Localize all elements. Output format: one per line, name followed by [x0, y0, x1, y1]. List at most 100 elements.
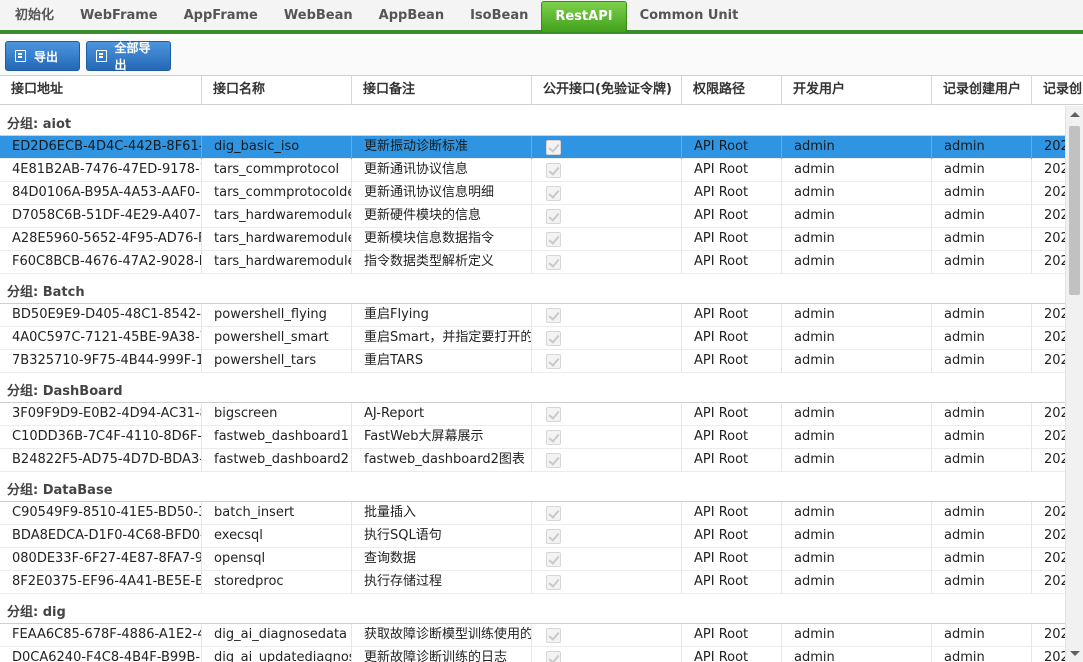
tab-isobean[interactable]: IsoBean	[457, 0, 541, 32]
cell-created: 202	[1032, 251, 1065, 274]
cell-dev: admin	[782, 205, 932, 228]
cell-addr: 7B325710-9F75-4B44-999F-1E7	[0, 350, 202, 373]
public-checkbox[interactable]	[546, 163, 561, 178]
table-row[interactable]: 8F2E0375-EF96-4A41-BE5E-E6 storedproc 执行存储…	[0, 571, 1065, 594]
export-all-button-label: 全部导出	[114, 41, 151, 72]
table-row[interactable]: C90549F9-8510-41E5-BD50-318 batch_insert 批…	[0, 502, 1065, 525]
public-checkbox[interactable]	[546, 552, 561, 567]
cell-addr: FEAA6C85-678F-4886-A1E2-404	[0, 624, 202, 647]
cell-public	[532, 449, 682, 472]
cell-creator: admin	[932, 228, 1032, 251]
column-header[interactable]: 权限路径	[682, 76, 782, 105]
scroll-up-icon[interactable]	[1070, 112, 1080, 117]
group-row[interactable]: 分组: DataBase	[0, 472, 1065, 502]
public-checkbox[interactable]	[546, 575, 561, 590]
group-row[interactable]: 分组: aiot	[0, 106, 1065, 136]
cell-note: 执行SQL语句	[352, 525, 532, 548]
public-checkbox[interactable]	[546, 407, 561, 422]
cell-public	[532, 426, 682, 449]
cell-addr: C10DD36B-7C4F-4110-8D6F-EE	[0, 426, 202, 449]
cell-public	[532, 327, 682, 350]
cell-note: 指令数据类型解析定义	[352, 251, 532, 274]
cell-name: tars_hardwaremodule	[202, 205, 352, 228]
column-header[interactable]: 公开接口(免验证令牌)	[532, 76, 682, 105]
scroll-down-icon[interactable]	[1070, 651, 1080, 656]
table-row[interactable]: C10DD36B-7C4F-4110-8D6F-EE fastweb_dashbo…	[0, 426, 1065, 449]
public-checkbox[interactable]	[546, 354, 561, 369]
column-header[interactable]: 记录创	[1032, 76, 1083, 105]
cell-name: batch_insert	[202, 502, 352, 525]
group-row[interactable]: 分组: dig	[0, 594, 1065, 624]
cell-created: 202	[1032, 327, 1065, 350]
column-header[interactable]: 开发用户	[782, 76, 932, 105]
cell-name: storedproc	[202, 571, 352, 594]
cell-creator: admin	[932, 251, 1032, 274]
public-checkbox[interactable]	[546, 308, 561, 323]
cell-created: 202	[1032, 525, 1065, 548]
table-row[interactable]: BDA8EDCA-D1F0-4C68-BFD0-F execsql 执行SQL语句 A…	[0, 525, 1065, 548]
public-checkbox[interactable]	[546, 140, 561, 155]
cell-note: 更新振动诊断标准	[352, 136, 532, 159]
cell-addr: D7058C6B-51DF-4E29-A407-5F	[0, 205, 202, 228]
column-header[interactable]: 记录创建用户	[932, 76, 1032, 105]
public-checkbox[interactable]	[546, 628, 561, 643]
public-checkbox[interactable]	[546, 255, 561, 270]
public-checkbox[interactable]	[546, 232, 561, 247]
cell-note: AJ-Report	[352, 403, 532, 426]
table-row[interactable]: 7B325710-9F75-4B44-999F-1E7 powershell_ta…	[0, 350, 1065, 373]
tab-webframe[interactable]: WebFrame	[67, 0, 171, 32]
cell-note: 查询数据	[352, 548, 532, 571]
cell-created: 202	[1032, 548, 1065, 571]
tab-restapi[interactable]: RestAPI	[541, 1, 627, 32]
tab-appframe[interactable]: AppFrame	[171, 0, 271, 32]
export-button[interactable]: 导出	[5, 41, 80, 71]
public-checkbox[interactable]	[546, 506, 561, 521]
vertical-scrollbar[interactable]	[1065, 106, 1083, 662]
cell-perm: API Root	[682, 304, 782, 327]
column-header[interactable]: 接口名称	[202, 76, 352, 105]
table-row[interactable]: 080DE33F-6F27-4E87-8FA7-965 opensql 查询数据 AP…	[0, 548, 1065, 571]
public-checkbox[interactable]	[546, 651, 561, 662]
cell-created: 202	[1032, 403, 1065, 426]
tab-list: 初始化 WebFrame AppFrame WebBean AppBean IsoBean…	[2, 0, 751, 32]
cell-perm: API Root	[682, 228, 782, 251]
export-all-button[interactable]: 全部导出	[86, 41, 171, 72]
cell-creator: admin	[932, 350, 1032, 373]
cell-note: fastweb_dashboard2图表	[352, 449, 532, 472]
tab-appbean[interactable]: AppBean	[366, 0, 457, 32]
group-row[interactable]: 分组: Batch	[0, 274, 1065, 304]
cell-addr: 8F2E0375-EF96-4A41-BE5E-E6	[0, 571, 202, 594]
table-row[interactable]: 4A0C597C-7121-45BE-9A38-725powershell_sm…	[0, 327, 1065, 350]
public-checkbox[interactable]	[546, 430, 561, 445]
table-row[interactable]: D0CA6240-F4C8-4B4F-B99B-D7 dig_ai_updated…	[0, 647, 1065, 662]
scroll-thumb[interactable]	[1069, 126, 1080, 295]
public-checkbox[interactable]	[546, 209, 561, 224]
tab-webbean[interactable]: WebBean	[271, 0, 366, 32]
group-label: 分组: DataBase	[7, 483, 113, 498]
cell-public	[532, 136, 682, 159]
public-checkbox[interactable]	[546, 186, 561, 201]
table-row[interactable]: B24822F5-AD75-4D7D-BDA3-9C fastweb_dashbo…	[0, 449, 1065, 472]
cell-creator: admin	[932, 304, 1032, 327]
cell-perm: API Root	[682, 136, 782, 159]
table-row[interactable]: BD50E9E9-D405-48C1-8542-FA powershell_fly…	[0, 304, 1065, 327]
table-row[interactable]: ED2D6ECB-4D4C-442B-8F61-97 dig_basic_iso 更…	[0, 136, 1065, 159]
table-row[interactable]: D7058C6B-51DF-4E29-A407-5F tars_hardwarem…	[0, 205, 1065, 228]
table-row[interactable]: FEAA6C85-678F-4886-A1E2-404 dig_ai_diagno…	[0, 624, 1065, 647]
column-header[interactable]: 接口备注	[352, 76, 532, 105]
column-header[interactable]: 接口地址	[0, 76, 202, 105]
tab-common-unit[interactable]: Common Unit	[627, 0, 752, 32]
group-row[interactable]: 分组: DashBoard	[0, 373, 1065, 403]
cell-dev: admin	[782, 624, 932, 647]
table-row[interactable]: A28E5960-5652-4F95-AD76-F83 tars_hardware…	[0, 228, 1065, 251]
cell-created: 202	[1032, 624, 1065, 647]
table-row[interactable]: 3F09F9D9-E0B2-4D94-AC31-8F bigscreen AJ-Re…	[0, 403, 1065, 426]
tab-初始化[interactable]: 初始化	[2, 0, 67, 32]
table-row[interactable]: 4E81B2AB-7476-47ED-9178-77Ftars_commprot…	[0, 159, 1065, 182]
public-checkbox[interactable]	[546, 453, 561, 468]
public-checkbox[interactable]	[546, 529, 561, 544]
public-checkbox[interactable]	[546, 331, 561, 346]
table-row[interactable]: F60C8BCB-4676-47A2-9028-D8 tars_hardwarem…	[0, 251, 1065, 274]
cell-note: 重启Smart，并指定要打开的杭	[352, 327, 532, 350]
table-row[interactable]: 84D0106A-B95A-4A53-AAF0-F8 tars_commproto…	[0, 182, 1065, 205]
